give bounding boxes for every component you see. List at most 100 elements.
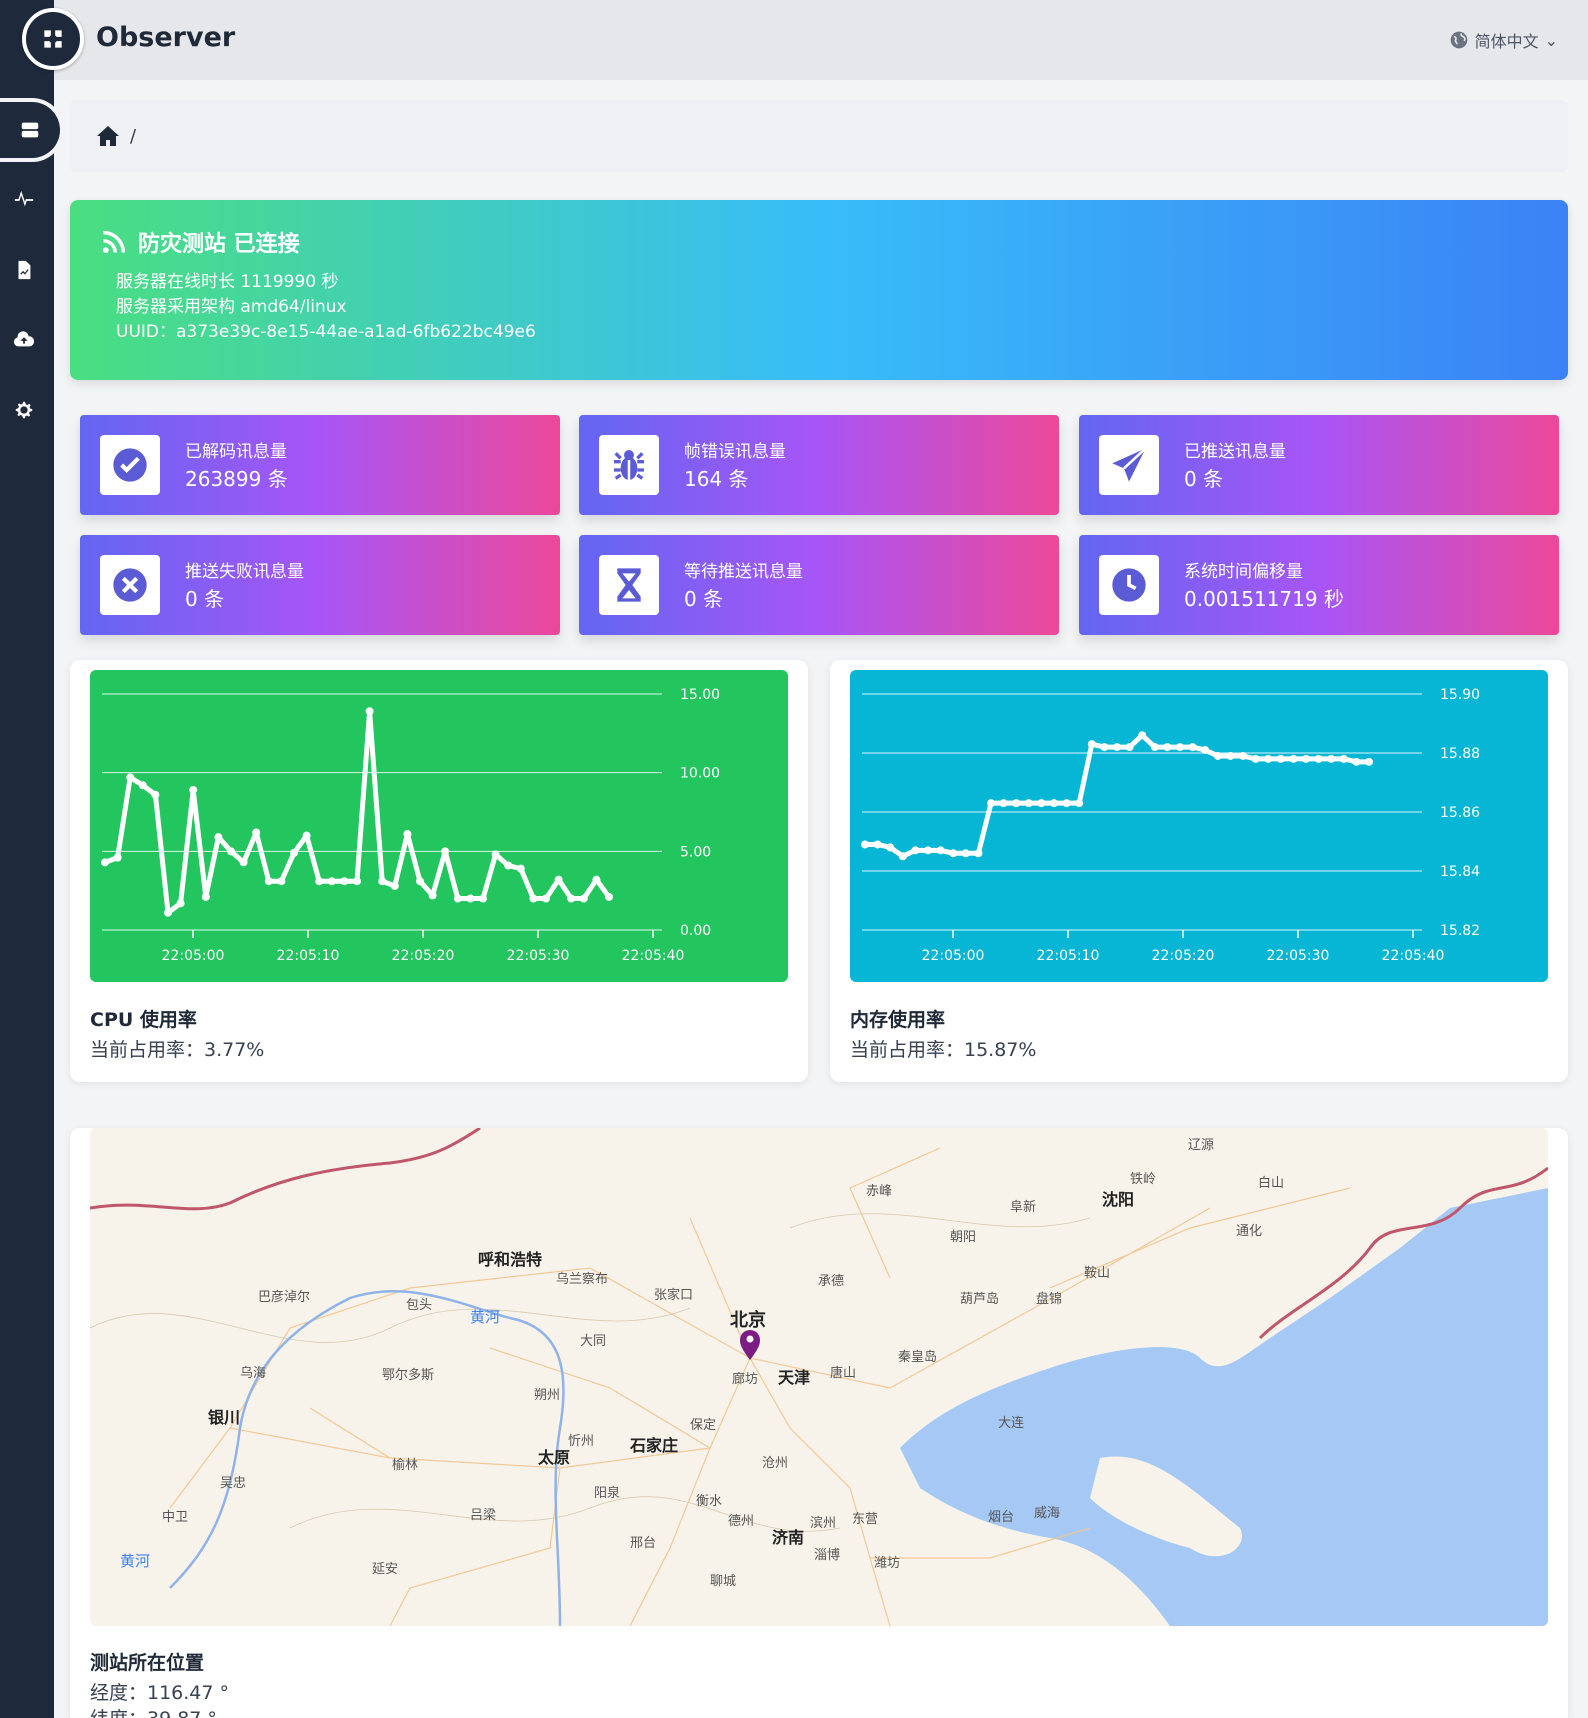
data-point: [567, 894, 576, 903]
map-label-baoding: 保定: [690, 1418, 717, 1433]
data-point: [466, 894, 475, 903]
stat-icon-box: [100, 555, 160, 615]
map-label-langfang: 廊坊: [732, 1372, 759, 1387]
y-tick-label: 15.82: [1440, 923, 1480, 939]
data-point: [1327, 754, 1336, 763]
stat-card-decoded: 已解码讯息量 263899 条: [80, 415, 560, 515]
data-point: [911, 846, 920, 855]
data-point: [1138, 731, 1147, 740]
map-label-zhangjiakou: 张家口: [654, 1288, 694, 1303]
data-point: [290, 848, 298, 857]
x-tick-label: 22:05:30: [507, 948, 570, 964]
map-label-huanghe-north: 黄河: [470, 1308, 501, 1326]
chevron-down-icon: ⌄: [1544, 30, 1558, 50]
stat-icon-box: [599, 555, 659, 615]
file-chart-icon: [18, 260, 31, 280]
breadcrumb-separator: /: [130, 125, 137, 147]
data-point: [1188, 743, 1197, 752]
station-status-text: 防灾测站 已连接: [138, 232, 300, 257]
sidebar-item-upload[interactable]: [0, 316, 48, 364]
cpu-current-usage: 当前占用率：3.77%: [90, 1039, 265, 1061]
map-label-cangzhou: 沧州: [762, 1456, 789, 1471]
data-point: [886, 843, 895, 852]
data-point: [264, 877, 273, 886]
map-label-yulin: 榆林: [392, 1458, 419, 1473]
data-point: [1062, 799, 1071, 808]
data-point: [504, 861, 513, 870]
memory-current-usage: 当前占用率：15.87%: [850, 1039, 1037, 1061]
data-point: [113, 853, 122, 862]
map-label-yanan: 延安: [372, 1562, 399, 1577]
y-tick-label: 15.86: [1440, 805, 1480, 821]
map-label-huanghe-south: 黄河: [120, 1552, 151, 1570]
station-map[interactable]: 北京 天津 沈阳 呼和浩特 太原 石家庄 济南 银川 赤峰 朝阳 阜新 辽源 铁…: [90, 1128, 1548, 1626]
map-label-baishan: 白山: [1258, 1176, 1285, 1191]
data-point: [353, 877, 361, 886]
y-tick-label: 10.00: [680, 766, 720, 782]
data-point: [227, 847, 235, 856]
station-longitude: 经度：116.47 °: [90, 1682, 230, 1704]
memory-chart-svg: 15.82 15.84 15.86 15.88 15.90 22:05:00 22:05:1…: [861, 687, 1480, 964]
x-tick-label: 22:05:00: [922, 948, 985, 964]
data-point: [1365, 757, 1373, 766]
stat-icon-box: [1099, 435, 1159, 495]
data-point: [873, 840, 882, 849]
data-point: [214, 833, 223, 842]
data-point: [239, 858, 248, 867]
map-label-panjin: 盘锦: [1036, 1292, 1063, 1307]
sidebar-item-server[interactable]: [0, 98, 64, 162]
data-point: [1150, 743, 1159, 752]
data-point: [961, 849, 970, 858]
data-point: [949, 849, 958, 858]
app-logo[interactable]: [22, 8, 84, 70]
map-label-xinzhou: 忻州: [568, 1434, 595, 1449]
stat-value: 0 条: [1184, 467, 1224, 491]
data-point: [453, 894, 462, 903]
data-point: [1087, 740, 1096, 749]
data-point: [861, 840, 869, 849]
clock-icon: [1112, 568, 1146, 602]
map-label-lvliang: 吕梁: [470, 1508, 497, 1523]
sidebar-item-monitor[interactable]: [0, 176, 48, 224]
map-label-wulanchabu: 乌兰察布: [556, 1272, 609, 1287]
data-point: [378, 877, 387, 886]
server-arch: 服务器采用架构 amd64/linux: [116, 297, 347, 317]
map-label-weihai: 威海: [1034, 1506, 1061, 1521]
data-point: [138, 781, 147, 790]
station-status-title: 防灾测站 已连接: [100, 226, 1538, 258]
map-label-chifeng: 赤峰: [866, 1184, 893, 1199]
data-point: [1075, 799, 1084, 808]
data-point: [126, 773, 135, 782]
y-tick-label: 5.00: [680, 844, 711, 860]
stat-icon-box: [1099, 555, 1159, 615]
home-icon[interactable]: [96, 125, 120, 147]
data-point: [529, 894, 538, 903]
map-label-yangquan: 阳泉: [594, 1486, 621, 1501]
data-point: [416, 877, 424, 886]
server-uptime: 服务器在线时长 1119990 秒: [116, 272, 339, 292]
data-point: [1213, 751, 1222, 760]
data-point: [1226, 751, 1235, 760]
rss-icon: [102, 230, 126, 254]
globe-icon: [1450, 31, 1467, 49]
data-point: [1037, 799, 1046, 808]
station-latitude: 纬度：39.87 °: [90, 1704, 217, 1718]
stat-value: 164 条: [684, 467, 749, 491]
map-label-wuhai: 乌海: [240, 1366, 267, 1381]
data-point: [101, 858, 109, 867]
sidebar-item-settings[interactable]: [0, 386, 48, 434]
location-title: 测站所在位置: [90, 1652, 205, 1674]
map-label-huhehaote: 呼和浩特: [478, 1250, 543, 1269]
x-tick-label: 22:05:20: [392, 948, 455, 964]
breadcrumb: /: [70, 100, 1568, 172]
language-selector[interactable]: 简体中文 ⌄: [1449, 28, 1558, 52]
memory-panel: 15.82 15.84 15.86 15.88 15.90 22:05:00 22:05:1…: [830, 660, 1568, 1082]
map-label-dezhou: 德州: [728, 1514, 755, 1529]
sidebar-item-reports[interactable]: [0, 246, 48, 294]
data-point: [605, 892, 613, 901]
map-label-weifang: 潍坊: [874, 1556, 901, 1571]
data-point: [390, 881, 399, 890]
data-point: [1339, 754, 1348, 763]
data-point: [1125, 743, 1134, 752]
map-label-beijing: 北京: [730, 1310, 766, 1331]
